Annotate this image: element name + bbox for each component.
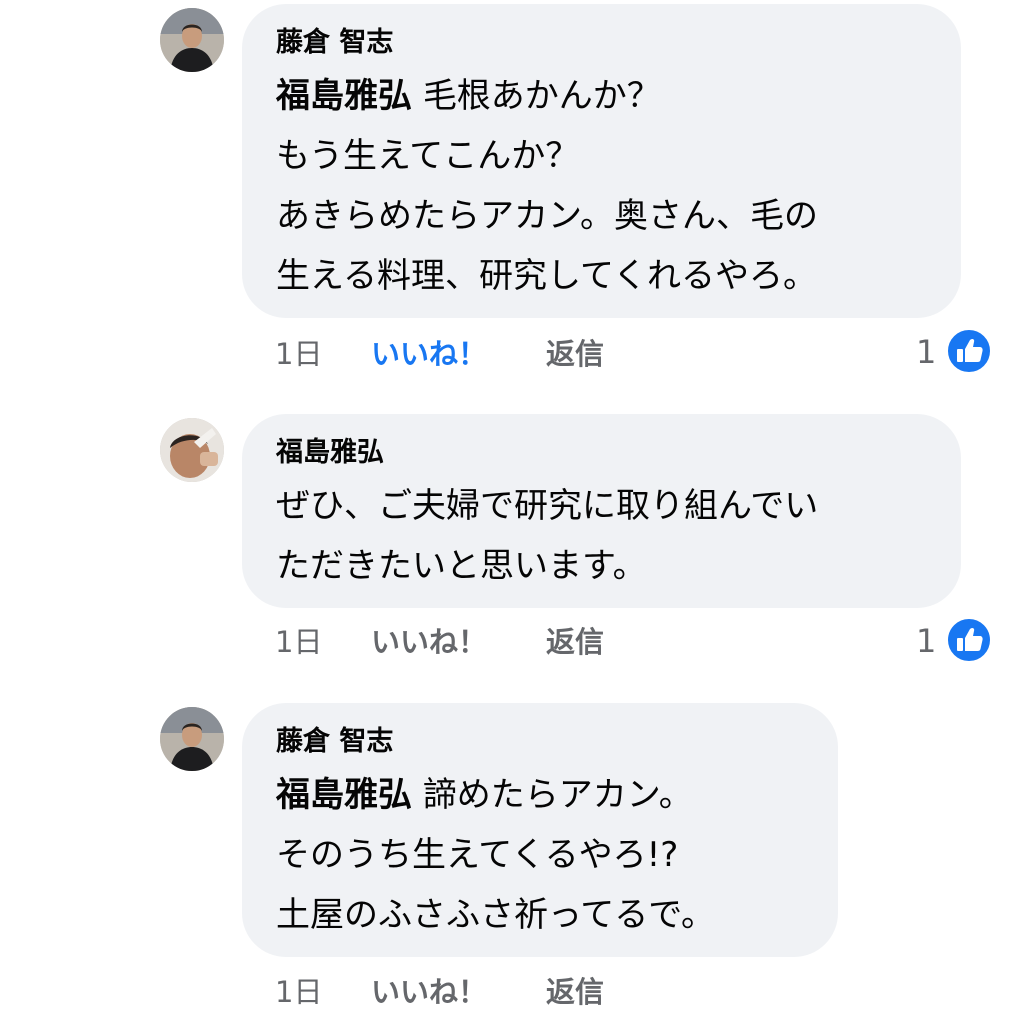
reply-button[interactable]: 返信 bbox=[546, 334, 604, 374]
comment-bubble: 藤倉 智志 福島雅弘 毛根あかんか？ もう生えてこんか？ あきらめたらアカン。奥… bbox=[242, 4, 961, 318]
comment-author[interactable]: 福島雅弘 bbox=[276, 436, 927, 470]
comment-text: 福島雅弘 諦めたらアカン。 そのうち生えてくるやろ!? 土屋のふさふさ祈ってるで… bbox=[276, 765, 804, 945]
avatar[interactable] bbox=[160, 707, 224, 771]
comment-bubble: 藤倉 智志 福島雅弘 諦めたらアカン。 そのうち生えてくるやろ!? 土屋のふさふ… bbox=[242, 703, 838, 957]
comment-line: 土屋のふさふさ祈ってるで。 bbox=[276, 895, 715, 935]
comment-timestamp[interactable]: 1日 bbox=[275, 334, 322, 374]
comment-line: 福島雅弘 毛根あかんか？ bbox=[276, 66, 927, 126]
comment-line-text: 毛根あかんか？ bbox=[422, 76, 661, 116]
person-avatar-icon bbox=[160, 418, 224, 482]
like-button[interactable]: いいね！ bbox=[371, 334, 487, 374]
comment-text: ぜひ、ご夫婦で研究に取り組んでい ただきたいと思います。 bbox=[276, 476, 927, 596]
like-icon bbox=[946, 328, 992, 374]
comment-line: ただきたいと思います。 bbox=[276, 546, 647, 586]
person-avatar-icon bbox=[160, 8, 224, 72]
like-button[interactable]: いいね！ bbox=[371, 972, 487, 1012]
avatar[interactable] bbox=[160, 418, 224, 482]
comment-author[interactable]: 藤倉 智志 bbox=[276, 26, 927, 60]
mention-link[interactable]: 福島雅弘 bbox=[276, 775, 412, 815]
comment-line: 福島雅弘 諦めたらアカン。 bbox=[276, 765, 804, 825]
comment-line: そのうち生えてくるやろ!? bbox=[276, 835, 679, 875]
avatar[interactable] bbox=[160, 8, 224, 72]
comment-line: 生える料理、研究してくれるやろ。 bbox=[276, 256, 817, 296]
comment-text: 福島雅弘 毛根あかんか？ もう生えてこんか？ あきらめたらアカン。奥さん、毛の … bbox=[276, 66, 927, 306]
mention-link[interactable]: 福島雅弘 bbox=[276, 76, 412, 116]
like-icon bbox=[946, 617, 992, 663]
person-avatar-icon bbox=[160, 707, 224, 771]
like-button[interactable]: いいね！ bbox=[371, 622, 487, 662]
reply-button[interactable]: 返信 bbox=[546, 622, 604, 662]
comment-line: もう生えてこんか？ bbox=[276, 136, 580, 176]
comment-author[interactable]: 藤倉 智志 bbox=[276, 725, 804, 759]
comment-line-text: 諦めたらアカン。 bbox=[422, 775, 693, 815]
reaction-count: 1 bbox=[916, 333, 937, 371]
comment-line: ぜひ、ご夫婦で研究に取り組んでい bbox=[276, 486, 819, 526]
reply-button[interactable]: 返信 bbox=[546, 972, 604, 1012]
reaction-count: 1 bbox=[916, 622, 937, 660]
comment-timestamp[interactable]: 1日 bbox=[275, 972, 322, 1012]
comment-bubble: 福島雅弘 ぜひ、ご夫婦で研究に取り組んでい ただきたいと思います。 bbox=[242, 414, 961, 608]
comment-timestamp[interactable]: 1日 bbox=[275, 622, 322, 662]
comment-line: あきらめたらアカン。奥さん、毛の bbox=[276, 196, 818, 236]
